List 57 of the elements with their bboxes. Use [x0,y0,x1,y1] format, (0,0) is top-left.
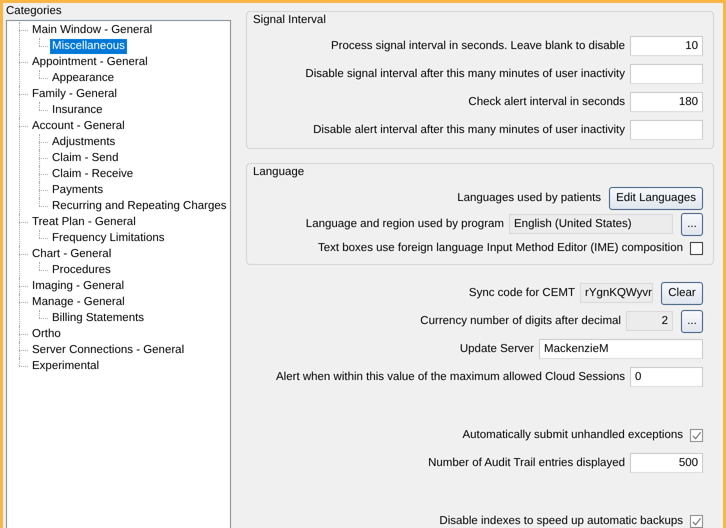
setting-label: Currency number of digits after decimal [420,315,621,327]
input-field[interactable] [630,64,703,84]
tree-item[interactable]: Claim - Send [50,150,120,166]
read-only-field: rYgnKQWyvr [580,283,653,303]
tree-item[interactable]: Adjustments [50,134,118,150]
input-field[interactable]: 180 [630,92,703,112]
browse-button[interactable]: ... [681,212,703,236]
setting-label: Process signal interval in seconds. Leave blank to disable [330,40,625,52]
tree-item[interactable]: Insurance [50,102,105,118]
setting-label: Number of Audit Trail entries displayed [428,457,625,469]
setting-label: Sync code for CEMT [468,287,575,299]
group-title: Language [253,166,306,180]
tree-item[interactable]: Appearance [50,70,116,86]
setting-label: Disable alert interval after this many minutes of user inactivity [313,124,625,136]
categories-label: Categories [5,4,63,19]
browse-button[interactable]: ... [681,310,703,332]
tree-item[interactable]: Frequency Limitations [50,230,166,246]
input-field[interactable]: MackenzieM [539,339,703,359]
setting-label: Language and region used by program [306,218,504,230]
tree-item[interactable]: Payments [50,182,106,198]
setting-label: Disable signal interval after this many minutes of user inactivity [305,68,625,80]
edit-button[interactable]: Edit Languages [609,186,703,210]
checkbox[interactable] [690,242,703,254]
input-field[interactable]: 10 [630,36,703,56]
tree-item[interactable]: Treat Plan - General [30,214,138,230]
input-field[interactable] [630,120,703,140]
tree-item[interactable]: Recurring and Repeating Charges [50,198,229,214]
input-field[interactable]: 0 [630,367,703,387]
tree-item[interactable]: Procedures [50,262,113,278]
setting-label: Update Server [460,343,534,355]
tree-item[interactable]: Main Window - General [30,22,154,38]
read-only-field: 2 [626,311,673,331]
category-tree[interactable] [6,20,231,528]
group-title: Signal Interval [253,14,327,28]
tree-item[interactable]: Server Connections - General [30,342,186,358]
tree-item[interactable]: Account - General [30,118,127,134]
tree-item[interactable]: Ortho [30,326,63,342]
clear-button[interactable]: Clear [661,282,703,304]
tree-item[interactable]: Chart - General [30,246,114,262]
tree-item[interactable]: Miscellaneous [50,38,127,54]
tree-item[interactable]: Manage - General [30,294,127,310]
tree-item[interactable]: Claim - Receive [50,166,136,182]
tree-item[interactable]: Appointment - General [30,54,150,70]
setting-label: Check alert interval in seconds [468,96,625,108]
setting-label: Languages used by patients [457,192,602,204]
input-field[interactable]: 500 [630,453,703,473]
checkbox[interactable] [690,428,703,442]
tree-item[interactable]: Billing Statements [50,310,146,326]
checkbox[interactable] [690,514,703,528]
setting-label: Text boxes use foreign language Input Method Editor (IME) composition [318,242,683,254]
setting-label: Alert when within this value of the maximum allowed Cloud Sessions [276,371,625,383]
tree-item[interactable]: Imaging - General [30,278,126,294]
tree-item[interactable]: Family - General [30,86,119,102]
read-only-field: English (United States) [509,214,673,234]
tree-item[interactable]: Experimental [30,358,102,374]
setting-label: Disable indexes to speed up automatic backups [439,515,683,527]
setting-label: Automatically submit unhandled exceptions [462,429,683,441]
